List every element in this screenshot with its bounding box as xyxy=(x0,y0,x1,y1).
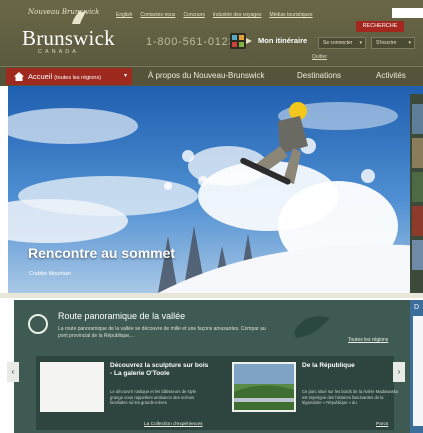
site-header: Nouveau Brunswick Brunswick CANADA Engli… xyxy=(0,0,423,66)
search-button[interactable]: RECHERCHE xyxy=(356,21,404,32)
card-text: Le découvrir rustique et les bâtisseurs … xyxy=(110,389,197,405)
feature-card[interactable]: De la République Ce parc situé sur les b… xyxy=(218,356,398,430)
adjacent-panel[interactable]: D xyxy=(410,300,423,433)
top-link-media[interactable]: Médias touristiques xyxy=(269,12,312,18)
hero-title: Rencontre au sommet xyxy=(28,245,176,261)
adjacent-panel-body xyxy=(413,316,423,426)
panel-title: Route panoramique de la vallée xyxy=(58,311,186,321)
search-input[interactable] xyxy=(392,8,423,18)
nav-home-label: Accueil xyxy=(28,72,53,81)
nav-home-tab[interactable]: Accueil (toutes les régions) ▾ xyxy=(6,68,132,85)
divider xyxy=(0,293,423,298)
nav-item-about[interactable]: À propos du Nouveau-Brunswick xyxy=(148,71,265,80)
logo-name: Brunswick xyxy=(22,26,115,50)
hero-subtitle: Crabbe Mountain xyxy=(29,271,72,277)
leaf-icon xyxy=(294,316,330,338)
logo-script: Nouveau Brunswick xyxy=(28,8,100,16)
card-title: Découvrez la sculpture sur bois - La gal… xyxy=(110,362,209,377)
top-link-contact[interactable]: Contactez-nous xyxy=(140,12,175,18)
adjacent-panel-letter: D xyxy=(414,304,420,311)
hero-side-thumbnails[interactable] xyxy=(410,94,423,294)
login-dropdown[interactable]: Se connecter xyxy=(318,37,366,49)
itinerary-icon xyxy=(230,33,252,49)
panel-description: La route panoramique de la vallée se déc… xyxy=(58,326,266,339)
carousel-next-button[interactable]: › xyxy=(393,362,405,382)
brand-logo[interactable]: Nouveau Brunswick Brunswick CANADA xyxy=(14,8,115,60)
top-link-contests[interactable]: Concours xyxy=(183,12,204,18)
quit-link[interactable]: Quitter xyxy=(312,54,327,60)
itinerary-label[interactable]: Mon itinéraire xyxy=(258,36,307,45)
hero-banner[interactable]: Rencontre au sommet Crabbe Mountain xyxy=(8,86,423,293)
card-thumbnail xyxy=(40,362,104,412)
top-link-english[interactable]: English xyxy=(116,12,132,18)
chevron-down-icon: ▾ xyxy=(123,73,127,79)
hero-image xyxy=(8,86,423,293)
top-links: English Contactez-nous Concours Industri… xyxy=(116,12,313,18)
main-nav: Accueil (toutes les régions) ▾ À propos … xyxy=(0,66,423,86)
phone-number: 1-800-561-0123 xyxy=(146,36,236,48)
spiral-icon xyxy=(28,314,48,334)
home-icon xyxy=(14,72,24,81)
card-link[interactable]: La Collection d'expériences xyxy=(144,422,203,427)
all-regions-link[interactable]: Toutes les régions xyxy=(348,337,398,343)
top-link-travel-industry[interactable]: Industrie des voyages xyxy=(213,12,262,18)
nav-item-activities[interactable]: Activités xyxy=(376,71,406,80)
card-thumbnail xyxy=(232,362,296,412)
card-title: De la République xyxy=(302,362,355,369)
card-text: Ce parc situé sur les bords de la rivièr… xyxy=(302,389,399,405)
nav-home-sub: (toutes les régions) xyxy=(54,75,102,81)
carousel-prev-button[interactable]: ‹ xyxy=(7,362,19,382)
nav-item-destinations[interactable]: Destinations xyxy=(297,71,341,80)
logo-tagline: CANADA xyxy=(38,49,79,55)
feature-panel: Route panoramique de la vallée La route … xyxy=(14,300,410,433)
card-link[interactable]: Parcs xyxy=(376,422,388,427)
feature-card[interactable]: Découvrez la sculpture sur bois - La gal… xyxy=(36,356,218,430)
register-dropdown[interactable]: S'inscrire xyxy=(371,37,415,49)
